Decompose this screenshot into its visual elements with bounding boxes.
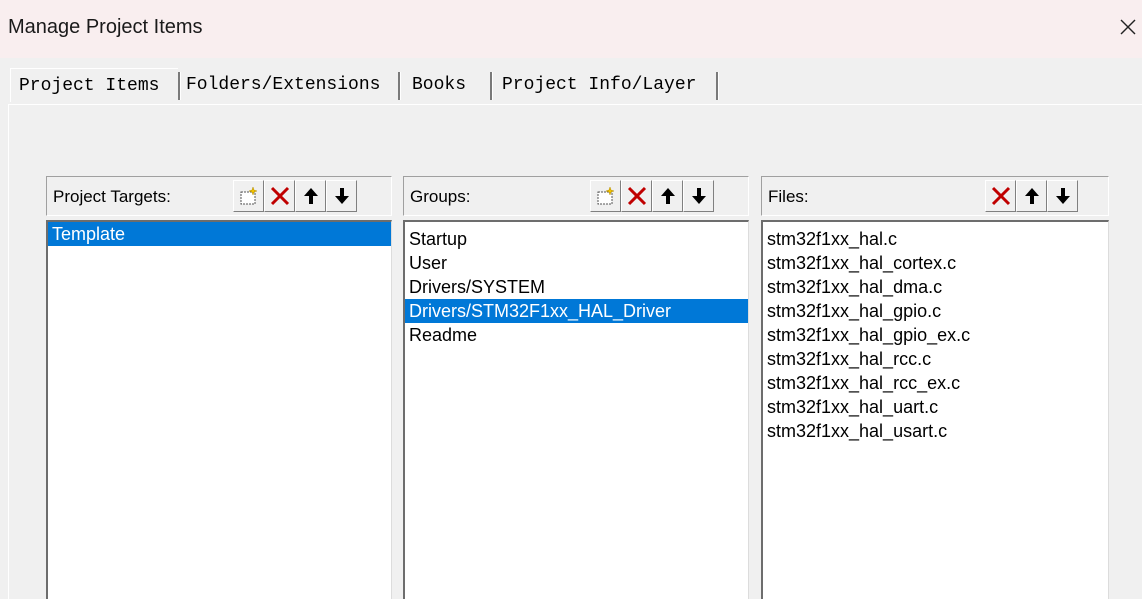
list-item[interactable]: Drivers/STM32F1xx_HAL_Driver <box>405 299 748 323</box>
list-item[interactable]: stm32f1xx_hal_uart.c <box>763 395 1108 419</box>
new-group-button[interactable] <box>590 180 621 212</box>
tab-separator <box>490 72 493 100</box>
move-down-icon <box>334 186 350 206</box>
new-icon <box>238 186 260 206</box>
tab-project-items[interactable]: Project Items <box>10 68 178 102</box>
delete-group-button[interactable] <box>621 180 652 212</box>
close-icon <box>1119 18 1137 36</box>
move-up-icon <box>1024 186 1040 206</box>
move-group-down-button[interactable] <box>683 180 714 212</box>
tab-books[interactable]: Books <box>412 70 484 100</box>
tab-separator <box>178 72 181 100</box>
project-targets-header: Project Targets: <box>46 176 392 216</box>
list-item[interactable]: Drivers/SYSTEM <box>405 275 748 299</box>
list-item[interactable]: stm32f1xx_hal_usart.c <box>763 419 1108 443</box>
list-item[interactable]: stm32f1xx_hal_rcc.c <box>763 347 1108 371</box>
tab-folders-extensions[interactable]: Folders/Extensions <box>186 70 398 100</box>
new-icon <box>595 186 617 206</box>
groups-header: Groups: <box>403 176 749 216</box>
tab-panel-border-left <box>8 104 9 599</box>
tab-project-info-layer[interactable]: Project Info/Layer <box>502 70 714 100</box>
list-item[interactable]: stm32f1xx_hal_gpio.c <box>763 299 1108 323</box>
move-file-down-button[interactable] <box>1047 180 1078 212</box>
list-item[interactable]: stm32f1xx_hal_cortex.c <box>763 251 1108 275</box>
project-targets-label: Project Targets: <box>53 187 171 206</box>
tab-panel-border <box>8 104 1142 105</box>
files-list[interactable]: stm32f1xx_hal.c stm32f1xx_hal_cortex.c s… <box>761 220 1109 599</box>
groups-list[interactable]: Startup User Drivers/SYSTEM Drivers/STM3… <box>403 220 749 599</box>
new-target-button[interactable] <box>233 180 264 212</box>
list-item[interactable]: stm32f1xx_hal_dma.c <box>763 275 1108 299</box>
window-title: Manage Project Items <box>8 16 203 38</box>
move-down-icon <box>1055 186 1071 206</box>
files-toolbar <box>985 180 1078 212</box>
close-button[interactable] <box>1114 4 1142 50</box>
files-label: Files: <box>768 187 809 206</box>
move-up-icon <box>660 186 676 206</box>
delete-icon <box>626 185 648 207</box>
groups-toolbar <box>590 180 714 212</box>
move-group-up-button[interactable] <box>652 180 683 212</box>
project-targets-toolbar <box>233 180 357 212</box>
move-up-icon <box>303 186 319 206</box>
delete-target-button[interactable] <box>264 180 295 212</box>
delete-file-button[interactable] <box>985 180 1016 212</box>
list-item[interactable]: Template <box>48 222 391 246</box>
delete-icon <box>269 185 291 207</box>
project-targets-list[interactable]: Template <box>46 220 392 599</box>
delete-icon <box>990 185 1012 207</box>
move-down-icon <box>691 186 707 206</box>
list-item[interactable]: stm32f1xx_hal.c <box>763 227 1108 251</box>
tab-separator <box>716 72 719 100</box>
list-item[interactable]: stm32f1xx_hal_rcc_ex.c <box>763 371 1108 395</box>
list-item[interactable]: User <box>405 251 748 275</box>
files-header: Files: <box>761 176 1109 216</box>
title-bar: Manage Project Items <box>0 0 1142 58</box>
move-target-down-button[interactable] <box>326 180 357 212</box>
tab-separator <box>398 72 401 100</box>
list-item[interactable]: stm32f1xx_hal_gpio_ex.c <box>763 323 1108 347</box>
list-item[interactable]: Readme <box>405 323 748 347</box>
groups-label: Groups: <box>410 187 471 206</box>
list-item[interactable]: Startup <box>405 227 748 251</box>
move-target-up-button[interactable] <box>295 180 326 212</box>
move-file-up-button[interactable] <box>1016 180 1047 212</box>
